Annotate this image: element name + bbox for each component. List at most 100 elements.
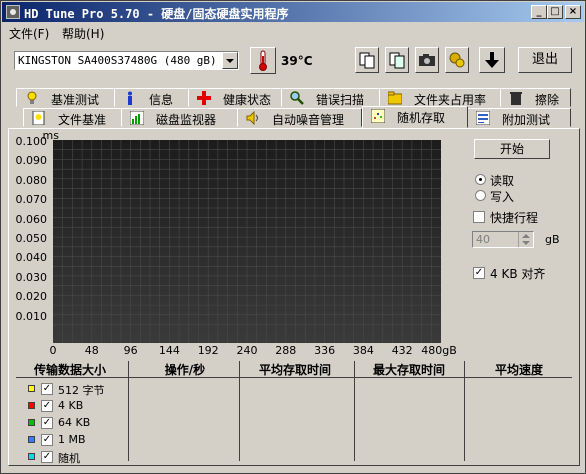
copy-all-icon [389, 52, 405, 69]
series-color-swatch [28, 385, 35, 392]
x-tick-label: 240 [236, 344, 258, 357]
drive-select-value: KINGSTON SA400S37480G (480 gB) [18, 54, 217, 67]
align-4kb-checkbox[interactable]: ✓ [473, 267, 485, 279]
series-checkbox[interactable]: ✓ [41, 383, 53, 395]
random-access-icon [371, 109, 385, 123]
tab-extra-tests[interactable]: 附加测试 [467, 108, 571, 127]
trash-icon [510, 92, 522, 105]
access-time-chart [53, 140, 441, 343]
series-checkbox[interactable]: ✓ [41, 417, 53, 429]
folder-icon [388, 91, 402, 105]
x-tick-label: 48 [84, 344, 99, 357]
arrow-down-icon [485, 52, 499, 68]
series-label: 512 字节 [58, 384, 105, 397]
tab-erase[interactable]: 擦除 [500, 88, 571, 107]
write-radio[interactable] [475, 190, 486, 201]
column-divider [239, 361, 240, 461]
quick-stroke-label: 快捷行程 [490, 211, 539, 225]
gears-icon [449, 52, 465, 68]
maximize-button[interactable]: □ [547, 5, 563, 19]
menu-help[interactable]: 帮助(H) [62, 25, 104, 42]
table-row: ✓ 1 MB [28, 432, 128, 448]
x-tick-label: 192 [197, 344, 219, 357]
series-color-swatch [28, 436, 35, 443]
series-label: 64 KB [58, 416, 91, 429]
series-color-swatch [28, 453, 35, 460]
copy-all-button[interactable] [385, 47, 409, 73]
x-tick-label: 288 [275, 344, 297, 357]
x-tick-label: 336 [314, 344, 336, 357]
tab-extra-tests-label: 附加测试 [502, 113, 551, 127]
lightbulb-icon [27, 91, 37, 104]
quick-stroke-value: 40 [476, 233, 490, 246]
align-4kb-label: 4 KB 对齐 [490, 267, 546, 281]
monitor-chart-icon [130, 111, 144, 125]
tab-health[interactable]: 健康状态 [188, 88, 282, 107]
download-button[interactable] [479, 47, 505, 73]
tab-benchmark[interactable]: 基准测试 [16, 88, 115, 107]
column-divider [464, 361, 465, 461]
tab-benchmark-label: 基准测试 [51, 93, 100, 107]
header-avg-speed: 平均速度 [494, 363, 543, 377]
exit-button[interactable]: 退出 [518, 47, 572, 73]
quick-stroke-unit: gB [545, 233, 560, 246]
tab-info-label: 信息 [149, 93, 174, 107]
title-bar: HD Tune Pro 5.70 - 硬盘/固态硬盘实用程序 _ □ × [2, 2, 584, 22]
options-button[interactable] [445, 47, 469, 73]
tab-error-scan-label: 错误扫描 [316, 93, 365, 107]
magnifier-icon [290, 91, 304, 105]
table-row: ✓ 64 KB [28, 415, 128, 431]
minimize-button[interactable]: _ [531, 5, 547, 19]
series-checkbox[interactable]: ✓ [41, 400, 53, 412]
temperature-button[interactable] [250, 47, 276, 74]
main-window: HD Tune Pro 5.70 - 硬盘/固态硬盘实用程序 _ □ × 文件(… [0, 0, 586, 474]
y-tick-label: 0.040 [15, 251, 48, 265]
menu-file[interactable]: 文件(F) [9, 25, 49, 42]
tab-info[interactable]: 信息 [114, 88, 189, 107]
series-checkbox[interactable]: ✓ [41, 451, 53, 463]
drive-select[interactable]: KINGSTON SA400S37480G (480 gB) [14, 51, 239, 70]
chevron-down-icon[interactable] [222, 52, 238, 69]
tab-noise-management[interactable]: 自动噪音管理 [237, 108, 362, 127]
quick-stroke-checkbox[interactable] [473, 211, 485, 223]
camera-icon [419, 54, 435, 66]
copy-text-button[interactable] [355, 47, 379, 73]
temperature-value: 39°C [281, 54, 313, 68]
tab-error-scan[interactable]: 错误扫描 [281, 88, 380, 107]
column-divider [354, 361, 355, 461]
series-checkbox[interactable]: ✓ [41, 434, 53, 446]
copy-icon [359, 52, 375, 69]
extra-tests-icon [476, 111, 490, 125]
close-button[interactable]: × [565, 5, 581, 19]
x-tick-label: 480gB [421, 344, 457, 357]
screenshot-button[interactable] [415, 47, 439, 73]
tab-random-access[interactable]: 随机存取 [362, 106, 468, 128]
series-color-swatch [28, 402, 35, 409]
table-row: ✓ 4 KB [28, 398, 128, 414]
x-tick-label: 144 [158, 344, 180, 357]
y-tick-label: 0.060 [15, 212, 48, 226]
header-max-access: 最大存取时间 [372, 363, 445, 377]
header-transfer-size: 传输数据大小 [33, 363, 106, 377]
y-tick-label: 0.080 [15, 173, 48, 187]
header-ops-per-sec: 操作/秒 [164, 363, 206, 377]
y-tick-label: 0.020 [15, 290, 48, 304]
speaker-icon [246, 111, 258, 125]
table-row: ✓ 随机 [28, 449, 128, 465]
tab-random-access-label: 随机存取 [397, 111, 446, 125]
tab-file-benchmark-label: 文件基准 [58, 113, 107, 127]
spin-arrows-icon[interactable] [518, 232, 533, 247]
write-radio-label: 写入 [490, 190, 515, 204]
x-tick-label: 432 [391, 344, 413, 357]
y-tick-label: 0.070 [15, 193, 48, 207]
tab-health-label: 健康状态 [223, 93, 272, 107]
quick-stroke-input[interactable]: 40 [472, 231, 534, 248]
info-icon [128, 91, 132, 105]
tab-disk-monitor[interactable]: 磁盘监视器 [121, 108, 238, 127]
read-radio[interactable] [475, 174, 486, 185]
start-button[interactable]: 开始 [474, 139, 550, 159]
tab-file-benchmark[interactable]: 文件基准 [23, 108, 122, 127]
tab-folder-usage[interactable]: 文件夹占用率 [379, 88, 501, 107]
x-tick-label: 96 [123, 344, 138, 357]
y-tick-label: 0.090 [15, 154, 48, 168]
